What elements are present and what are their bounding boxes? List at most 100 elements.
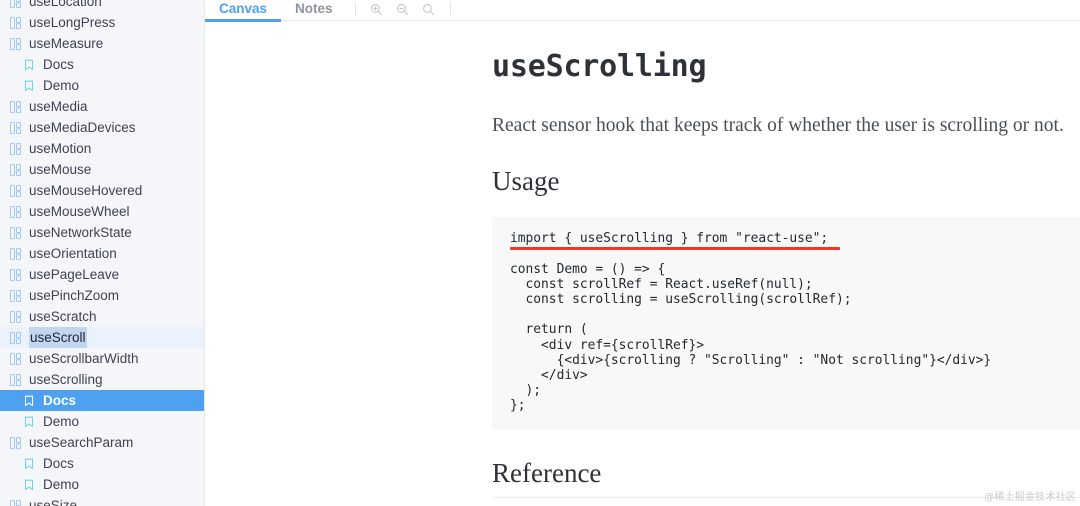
sidebar: useLocation useLongPress useMeasure Docs Dem…: [0, 0, 205, 506]
tab-notes[interactable]: Notes: [281, 0, 347, 21]
hook-icon: [8, 16, 22, 30]
watermark: @稀土掘金技术社区: [984, 492, 1076, 503]
zoom-out-icon: [396, 3, 409, 16]
sidebar-item-uselocation[interactable]: useLocation: [0, 0, 204, 12]
sidebar-item-label: Demo: [43, 78, 80, 93]
bookmark-icon: [22, 58, 36, 72]
sidebar-item-label: useLocation: [29, 0, 102, 9]
sidebar-item-label: useMediaDevices: [29, 120, 136, 135]
bookmark-icon: [22, 394, 36, 408]
bookmark-icon: [22, 478, 36, 492]
hook-icon: [8, 373, 22, 387]
page-title: useScrolling: [492, 49, 707, 84]
zoom-out-button[interactable]: [390, 0, 416, 18]
sidebar-item-docs[interactable]: Docs: [0, 453, 204, 474]
sidebar-item-label: useMouseHovered: [29, 183, 143, 198]
toolbar: Canvas Notes: [205, 0, 1080, 22]
section-heading-reference: Reference: [492, 457, 602, 488]
hook-icon: [8, 499, 22, 506]
sidebar-item-demo[interactable]: Demo: [0, 411, 204, 432]
document-body: useScrolling React sensor hook that keep…: [205, 22, 1080, 489]
hook-icon: [8, 121, 22, 135]
sidebar-item-label: useOrientation: [29, 246, 117, 261]
sidebar-item-demo[interactable]: Demo: [0, 75, 204, 96]
sidebar-item-label: useScrolling: [29, 372, 103, 387]
red-underline-annotation: [510, 247, 840, 251]
bookmark-icon: [22, 457, 36, 471]
sidebar-item-label: useMotion: [29, 141, 92, 156]
sidebar-item-usescrolling[interactable]: useScrolling: [0, 369, 204, 390]
sidebar-item-usemotion[interactable]: useMotion: [0, 138, 204, 159]
app-window: useLocation useLongPress useMeasure Docs Dem…: [0, 0, 1080, 506]
document-scroll-area[interactable]: useScrolling React sensor hook that keep…: [205, 22, 1080, 506]
hook-icon: [8, 100, 22, 114]
sidebar-item-label: useNetworkState: [29, 225, 132, 240]
sidebar-item-label: Docs: [43, 456, 74, 471]
sidebar-item-docs[interactable]: Docs: [0, 54, 204, 75]
main-pane: Canvas Notes useScrolling React sensor h…: [205, 0, 1080, 506]
sidebar-item-label: useMouse: [29, 162, 92, 177]
sidebar-item-label: Demo: [43, 477, 80, 492]
sidebar-item-label: useSize: [29, 498, 78, 506]
hook-icon: [8, 310, 22, 324]
sidebar-item-usemouse[interactable]: useMouse: [0, 159, 204, 180]
sidebar-item-uselongpress[interactable]: useLongPress: [0, 12, 204, 33]
tab-canvas[interactable]: Canvas: [205, 0, 282, 22]
sidebar-item-label: usePageLeave: [29, 267, 120, 282]
code-content: import { useScrolling } from "react-use"…: [510, 231, 992, 414]
hook-icon: [8, 268, 22, 282]
hook-icon: [8, 142, 22, 156]
sidebar-item-usemeasure[interactable]: useMeasure: [0, 33, 204, 54]
hook-icon: [8, 436, 22, 450]
sidebar-item-usemousehovered[interactable]: useMouseHovered: [0, 180, 204, 201]
hook-icon: [8, 0, 22, 9]
sidebar-item-label: useScroll: [29, 327, 87, 348]
sidebar-item-label: Docs: [43, 393, 77, 408]
sidebar-item-label: useMeasure: [29, 36, 104, 51]
hook-icon: [8, 184, 22, 198]
sidebar-item-label: Docs: [43, 57, 74, 72]
sidebar-item-usescratch[interactable]: useScratch: [0, 306, 204, 327]
sidebar-item-label: useSearchParam: [29, 435, 134, 450]
sidebar-item-label: useMouseWheel: [29, 204, 130, 219]
hook-icon: [8, 331, 22, 345]
sidebar-item-usescrollbarwidth[interactable]: useScrollbarWidth: [0, 348, 204, 369]
sidebar-item-usescroll[interactable]: useScroll: [0, 327, 204, 348]
zoom-in-icon: [370, 3, 383, 16]
sidebar-item-label: usePinchZoom: [29, 288, 120, 303]
hook-icon: [8, 352, 22, 366]
sidebar-item-usemousewheel[interactable]: useMouseWheel: [0, 201, 204, 222]
toolbar-divider-left: [354, 2, 356, 16]
hook-icon: [8, 247, 22, 261]
sidebar-item-useorientation[interactable]: useOrientation: [0, 243, 204, 264]
sidebar-item-usepageleave[interactable]: usePageLeave: [0, 264, 204, 285]
section-heading-usage: Usage: [492, 165, 560, 196]
document: useScrolling React sensor hook that keep…: [205, 22, 1080, 489]
zoom-reset-icon: [422, 3, 435, 16]
hook-icon: [8, 163, 22, 177]
code-block[interactable]: import { useScrolling } from "react-use"…: [492, 217, 1080, 430]
sidebar-item-demo[interactable]: Demo: [0, 474, 204, 495]
bookmark-icon: [22, 79, 36, 93]
sidebar-item-usesize[interactable]: useSize: [0, 495, 204, 506]
sidebar-item-usenetworkstate[interactable]: useNetworkState: [0, 222, 204, 243]
sidebar-item-usesearchparam[interactable]: useSearchParam: [0, 432, 204, 453]
hook-icon: [8, 226, 22, 240]
bookmark-icon: [22, 415, 36, 429]
page-description: React sensor hook that keeps track of wh…: [492, 114, 1064, 136]
zoom-reset-button[interactable]: [416, 0, 442, 18]
sidebar-item-label: useMedia: [29, 99, 88, 114]
toolbar-divider-right: [449, 2, 451, 16]
sidebar-item-usemediadevices[interactable]: useMediaDevices: [0, 117, 204, 138]
hook-icon: [8, 205, 22, 219]
zoom-in-button[interactable]: [364, 0, 390, 18]
sidebar-item-usemedia[interactable]: useMedia: [0, 96, 204, 117]
hook-icon: [8, 37, 22, 51]
sidebar-item-usepinchzoom[interactable]: usePinchZoom: [0, 285, 204, 306]
sidebar-item-label: Demo: [43, 414, 80, 429]
sidebar-item-label: useLongPress: [29, 15, 116, 30]
tab-notes-label: Notes: [295, 1, 333, 16]
sidebar-item-docs[interactable]: Docs: [0, 390, 204, 411]
sidebar-item-label: useScratch: [29, 309, 97, 324]
sidebar-item-label: useScrollbarWidth: [29, 351, 139, 366]
